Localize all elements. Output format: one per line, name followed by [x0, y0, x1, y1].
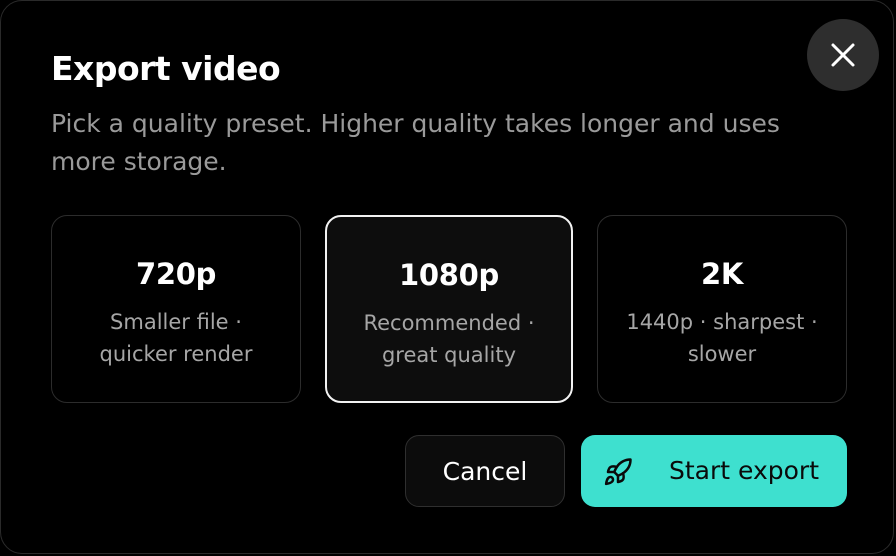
preset-card-1080p[interactable]: 1080p Recommended · great quality	[325, 215, 573, 403]
export-video-dialog: Export video Pick a quality preset. High…	[0, 0, 894, 554]
cancel-button[interactable]: Cancel	[405, 435, 565, 507]
preset-name: 2K	[700, 257, 744, 291]
preset-name: 1080p	[399, 258, 499, 292]
preset-description: 1440p · sharpest · slower	[626, 310, 818, 366]
close-icon	[831, 43, 855, 67]
preset-description: Recommended · great quality	[363, 311, 535, 367]
preset-card-2k[interactable]: 2K 1440p · sharpest · slower	[597, 215, 847, 403]
dialog-title: Export video	[51, 49, 281, 88]
quality-presets: 720p Smaller file · quicker render 1080p…	[51, 215, 847, 403]
close-button[interactable]	[807, 19, 879, 91]
preset-card-720p[interactable]: 720p Smaller file · quicker render	[51, 215, 301, 403]
preset-description: Smaller file · quicker render	[99, 310, 253, 366]
start-export-label: Start export	[669, 456, 819, 485]
start-export-button[interactable]: Start export	[581, 435, 847, 507]
rocket-icon	[604, 458, 632, 486]
dialog-description: Pick a quality preset. Higher quality ta…	[51, 109, 780, 176]
preset-name: 720p	[135, 257, 217, 291]
